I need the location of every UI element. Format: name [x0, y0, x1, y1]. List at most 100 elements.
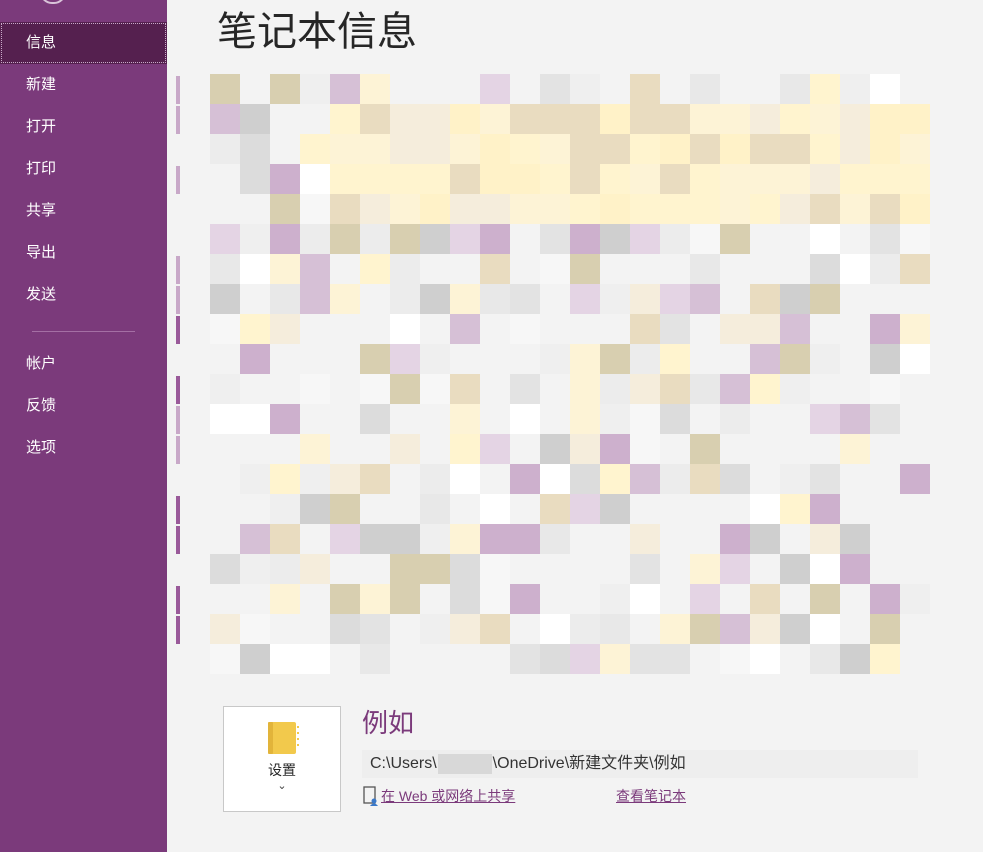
mosaic-cell: [630, 554, 660, 584]
mosaic-cell: [750, 194, 780, 224]
mosaic-cell: [420, 494, 450, 524]
mosaic-cell: [810, 254, 840, 284]
mosaic-cell: [660, 74, 690, 104]
mosaic-cell: [600, 254, 630, 284]
section-color-tab: [176, 406, 180, 434]
mosaic-cell: [390, 164, 420, 194]
mosaic-cell: [360, 494, 390, 524]
mosaic-cell: [840, 464, 870, 494]
mosaic-cell: [210, 584, 240, 614]
mosaic-cell: [720, 224, 750, 254]
section-color-tab: [176, 106, 180, 134]
section-color-tab: [176, 76, 180, 104]
mosaic-cell: [300, 284, 330, 314]
section-color-tab: [176, 376, 180, 404]
mosaic-cell: [900, 404, 930, 434]
mosaic-cell: [570, 524, 600, 554]
mosaic-cell: [720, 134, 750, 164]
mosaic-cell: [810, 554, 840, 584]
mosaic-cell: [420, 74, 450, 104]
mosaic-cell: [660, 494, 690, 524]
mosaic-cell: [810, 224, 840, 254]
mosaic-cell: [300, 644, 330, 674]
mosaic-cell: [360, 194, 390, 224]
mosaic-cell: [840, 584, 870, 614]
nav-item-new[interactable]: 新建: [0, 64, 167, 106]
mosaic-cell: [480, 404, 510, 434]
nav-item-account[interactable]: 帐户: [0, 343, 167, 385]
mosaic-cell: [540, 194, 570, 224]
mosaic-cell: [840, 194, 870, 224]
section-color-tab: [176, 616, 180, 644]
mosaic-cell: [240, 164, 270, 194]
path-suffix: \OneDrive\新建文件夹\例如: [492, 755, 686, 772]
mosaic-cell: [300, 524, 330, 554]
notebook-settings-button[interactable]: 设置 ⌄: [223, 706, 341, 812]
mosaic-cell: [750, 314, 780, 344]
mosaic-cell: [750, 284, 780, 314]
mosaic-cell: [330, 344, 360, 374]
mosaic-cell: [390, 194, 420, 224]
mosaic-cell: [210, 404, 240, 434]
mosaic-cell: [570, 614, 600, 644]
mosaic-cell: [390, 104, 420, 134]
nav-item-share[interactable]: 共享: [0, 190, 167, 232]
mosaic-cell: [660, 404, 690, 434]
mosaic-cell: [330, 164, 360, 194]
mosaic-cell: [900, 344, 930, 374]
mosaic-cell: [210, 284, 240, 314]
mosaic-cell: [840, 254, 870, 284]
mosaic-cell: [240, 614, 270, 644]
mosaic-cell: [240, 494, 270, 524]
mosaic-cell: [840, 104, 870, 134]
mosaic-cell: [240, 74, 270, 104]
mosaic-cell: [870, 524, 900, 554]
mosaic-cell: [900, 194, 930, 224]
mosaic-cell: [510, 314, 540, 344]
mosaic-cell: [510, 434, 540, 464]
mosaic-cell: [720, 284, 750, 314]
mosaic-cell: [540, 614, 570, 644]
mosaic-cell: [420, 224, 450, 254]
nav-item-info[interactable]: 信息: [0, 22, 167, 64]
mosaic-cell: [420, 104, 450, 134]
nav-item-send[interactable]: 发送: [0, 274, 167, 316]
section-color-tab: [176, 436, 180, 464]
mosaic-cell: [660, 554, 690, 584]
nav-item-export[interactable]: 导出: [0, 232, 167, 274]
nav-item-options[interactable]: 选项: [0, 427, 167, 469]
mosaic-cell: [720, 434, 750, 464]
view-notebook-link[interactable]: 查看笔记本: [616, 786, 686, 806]
mosaic-cell: [870, 134, 900, 164]
mosaic-cell: [300, 554, 330, 584]
mosaic-cell: [690, 524, 720, 554]
mosaic-cell: [570, 134, 600, 164]
mosaic-cell: [780, 314, 810, 344]
mosaic-cell: [450, 74, 480, 104]
mosaic-cell: [360, 644, 390, 674]
mosaic-cell: [270, 104, 300, 134]
mosaic-cell: [420, 164, 450, 194]
mosaic-cell: [270, 404, 300, 434]
mosaic-cell: [870, 194, 900, 224]
mosaic-cell: [450, 374, 480, 404]
mosaic-cell: [870, 224, 900, 254]
share-icon: [363, 786, 378, 806]
mosaic-cell: [600, 554, 630, 584]
mosaic-cell: [270, 374, 300, 404]
mosaic-cell: [510, 104, 540, 134]
share-on-web-link[interactable]: 在 Web 或网络上共享: [381, 786, 515, 806]
nav-item-print[interactable]: 打印: [0, 148, 167, 190]
mosaic-cell: [630, 164, 660, 194]
mosaic-cell: [420, 644, 450, 674]
mosaic-cell: [510, 164, 540, 194]
mosaic-cell: [510, 374, 540, 404]
mosaic-cell: [360, 134, 390, 164]
mosaic-cell: [390, 374, 420, 404]
nav-item-feedback[interactable]: 反馈: [0, 385, 167, 427]
back-arrow-icon[interactable]: [40, 0, 66, 4]
mosaic-cell: [270, 584, 300, 614]
mosaic-cell: [450, 404, 480, 434]
nav-item-open[interactable]: 打开: [0, 106, 167, 148]
mosaic-cell: [240, 404, 270, 434]
